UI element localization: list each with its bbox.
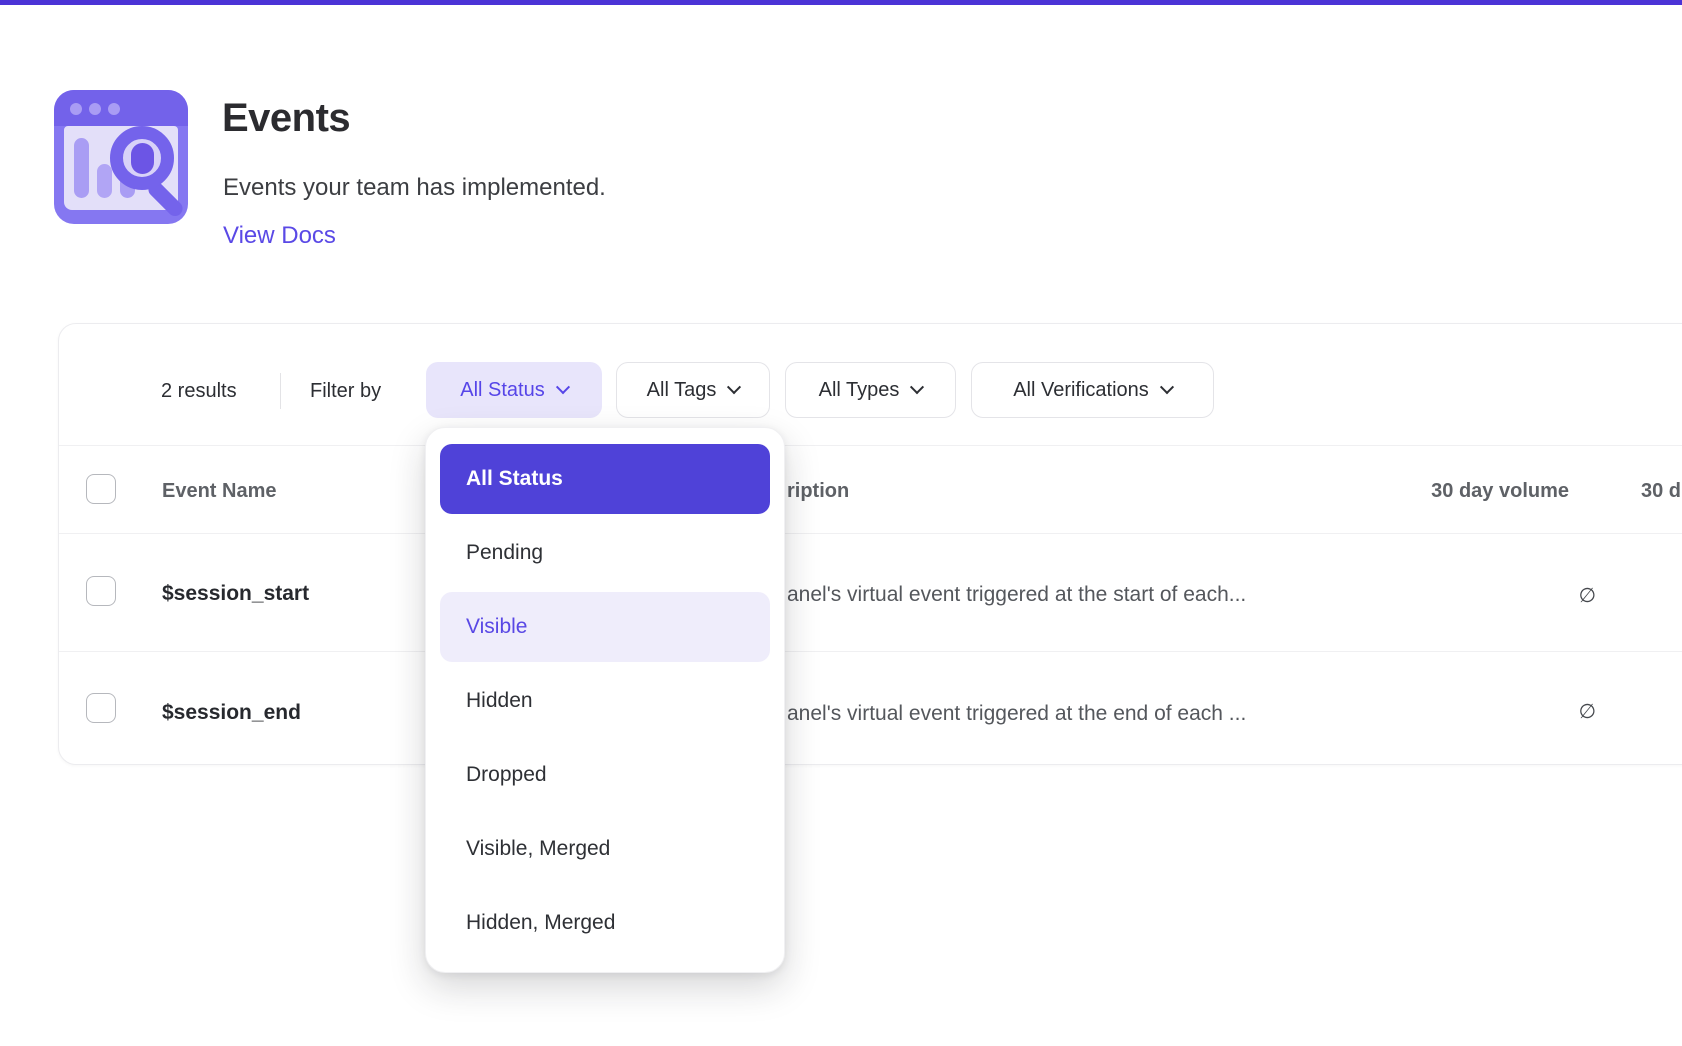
status-dropdown-menu: All Status Pending Visible Hidden Droppe… <box>425 427 785 973</box>
vertical-divider <box>280 373 281 409</box>
menu-item-all-status[interactable]: All Status <box>440 444 770 514</box>
types-filter-dropdown[interactable]: All Types <box>785 362 956 418</box>
event-name-column-header[interactable]: Event Name <box>162 480 277 503</box>
page-title: Events <box>222 96 350 141</box>
chevron-down-icon <box>910 380 924 394</box>
chevron-down-icon <box>556 380 570 394</box>
menu-item-pending[interactable]: Pending <box>440 518 770 588</box>
volume-value: ∅ <box>1579 583 1596 608</box>
window-dot-icon <box>108 103 120 115</box>
row-checkbox[interactable] <box>86 693 116 723</box>
browser-window-body <box>64 126 178 210</box>
magnifier-icon <box>110 126 174 190</box>
event-name-cell[interactable]: $session_start <box>162 582 309 606</box>
window-dot-icon <box>89 103 101 115</box>
event-description-cell: anel's virtual event triggered at the en… <box>787 702 1246 726</box>
menu-item-visible-merged[interactable]: Visible, Merged <box>440 814 770 884</box>
window-dot-icon <box>70 103 82 115</box>
status-filter-dropdown[interactable]: All Status <box>426 362 602 418</box>
event-name-cell[interactable]: $session_end <box>162 701 301 725</box>
tags-filter-label: All Tags <box>647 379 717 402</box>
events-card: 2 results Filter by All Status All Tags … <box>58 323 1682 765</box>
chart-bar-icon <box>74 138 89 198</box>
magnifier-glass-detail <box>131 143 154 174</box>
event-description-cell: anel's virtual event triggered at the st… <box>787 583 1246 607</box>
description-column-header-partial: ription <box>787 480 849 503</box>
menu-item-hidden[interactable]: Hidden <box>440 666 770 736</box>
verifications-filter-label: All Verifications <box>1013 379 1149 402</box>
menu-item-dropped[interactable]: Dropped <box>440 740 770 810</box>
table-header-bottom-border <box>59 533 1682 534</box>
verifications-filter-dropdown[interactable]: All Verifications <box>971 362 1214 418</box>
chart-bar-icon <box>97 164 112 198</box>
menu-item-hidden-merged[interactable]: Hidden, Merged <box>440 888 770 958</box>
page-subtitle: Events your team has implemented. <box>223 174 606 202</box>
results-count: 2 results <box>161 380 237 403</box>
clipped-column-header-partial: 30 d <box>1641 480 1681 503</box>
events-browser-chart-icon <box>54 90 188 224</box>
status-filter-label: All Status <box>460 379 544 402</box>
menu-item-visible[interactable]: Visible <box>440 592 770 662</box>
chevron-down-icon <box>727 380 741 394</box>
row-checkbox[interactable] <box>86 576 116 606</box>
tags-filter-dropdown[interactable]: All Tags <box>616 362 770 418</box>
volume-value: ∅ <box>1579 699 1596 724</box>
row-divider <box>59 651 1682 652</box>
view-docs-link[interactable]: View Docs <box>223 222 336 250</box>
top-accent-bar <box>0 0 1682 5</box>
select-all-checkbox[interactable] <box>86 474 116 504</box>
types-filter-label: All Types <box>819 379 900 402</box>
volume-column-header[interactable]: 30 day volume <box>1431 480 1569 503</box>
events-page: Events Events your team has implemented.… <box>0 0 1682 1046</box>
chevron-down-icon <box>1160 380 1174 394</box>
table-header-top-border <box>59 445 1682 446</box>
filter-by-label: Filter by <box>310 380 381 403</box>
